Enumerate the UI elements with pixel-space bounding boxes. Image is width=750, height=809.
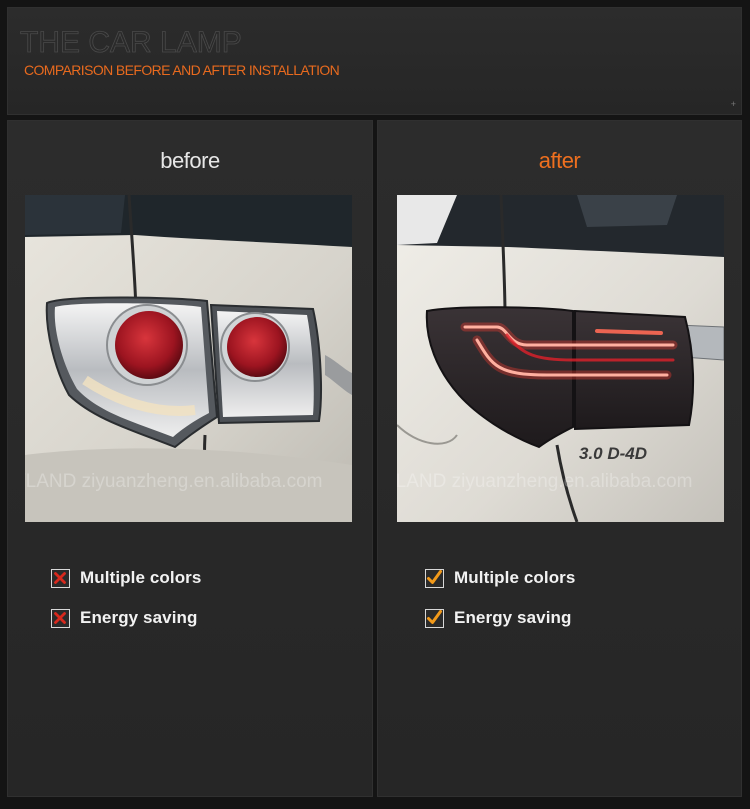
feature-label: Multiple colors (80, 568, 202, 587)
before-photo: VLAND ziyuanzheng.en.alibaba.com (25, 195, 352, 522)
check-icon (425, 568, 444, 588)
after-panel: after 3.0 D-4D VLAND ziyuanzheng.en.alib… (377, 120, 742, 797)
plus-mark: + (730, 99, 736, 109)
after-label: after (538, 148, 581, 173)
before-feature-energy-saving: Energy saving (51, 607, 198, 629)
before-panel: before VLAND ziyuanzheng.en.alibaba.com … (7, 120, 373, 797)
before-watermark: VLAND ziyuanzheng.en.alibaba.com (25, 471, 322, 492)
check-icon (425, 608, 444, 628)
page-title: THE CAR LAMP (20, 26, 243, 60)
header-panel: THE CAR LAMP COMPARISON BEFORE AND AFTER… (7, 7, 742, 115)
after-badge: 3.0 D-4D (579, 444, 647, 463)
before-feature-multiple-colors: Multiple colors (51, 567, 201, 589)
after-feature-multiple-colors: Multiple colors (425, 567, 575, 589)
after-watermark: VLAND ziyuanzheng.en.alibaba.com (397, 471, 692, 492)
after-feature-energy-saving: Energy saving (425, 607, 572, 629)
page-subtitle: COMPARISON BEFORE AND AFTER INSTALLATION (24, 62, 340, 78)
feature-label: Energy saving (454, 608, 572, 627)
after-photo: 3.0 D-4D VLAND ziyuanzheng.en.alibaba.co… (397, 195, 724, 522)
feature-label: Multiple colors (454, 568, 576, 587)
before-label: before (160, 148, 220, 173)
cross-icon (51, 568, 70, 588)
feature-label: Energy saving (80, 608, 198, 627)
cross-icon (51, 608, 70, 628)
